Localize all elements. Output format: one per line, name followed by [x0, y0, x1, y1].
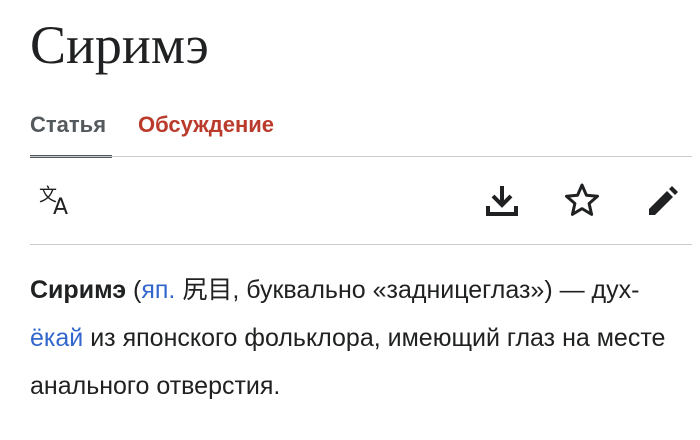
page-actions-toolbar: 文 A [30, 180, 692, 224]
download-icon [482, 180, 522, 225]
tab-article[interactable]: Статья [30, 110, 112, 158]
edit-button[interactable] [640, 180, 684, 224]
paren-text: ( [126, 276, 142, 304]
edit-icon [642, 180, 682, 225]
language-button[interactable]: 文 A [34, 180, 78, 224]
watch-button[interactable] [560, 180, 604, 224]
yokai-link[interactable]: ёкай [30, 324, 83, 352]
language-icon: 文 A [36, 180, 76, 225]
tab-talk[interactable]: Обсуждение [138, 110, 274, 158]
description-text: из японского фольклора, имеющий глаз на … [30, 324, 666, 400]
page-title: Сиримэ [30, 15, 209, 75]
article-lead-paragraph: Сиримэ (яп. 尻目, буквально «задницеглаз»)… [30, 266, 670, 410]
download-button[interactable] [480, 180, 524, 224]
japanese-language-link[interactable]: яп. [141, 276, 175, 304]
literal-translation-text: , буквально «задницеглаз») — дух- [232, 276, 640, 304]
svg-text:A: A [53, 195, 68, 220]
japanese-term: 尻目 [182, 275, 233, 304]
tab-bar: Статья Обсуждение [30, 110, 692, 158]
tabs-divider [30, 156, 692, 157]
toolbar-divider [30, 244, 692, 245]
article-term: Сиримэ [30, 276, 127, 304]
star-icon [562, 180, 602, 225]
